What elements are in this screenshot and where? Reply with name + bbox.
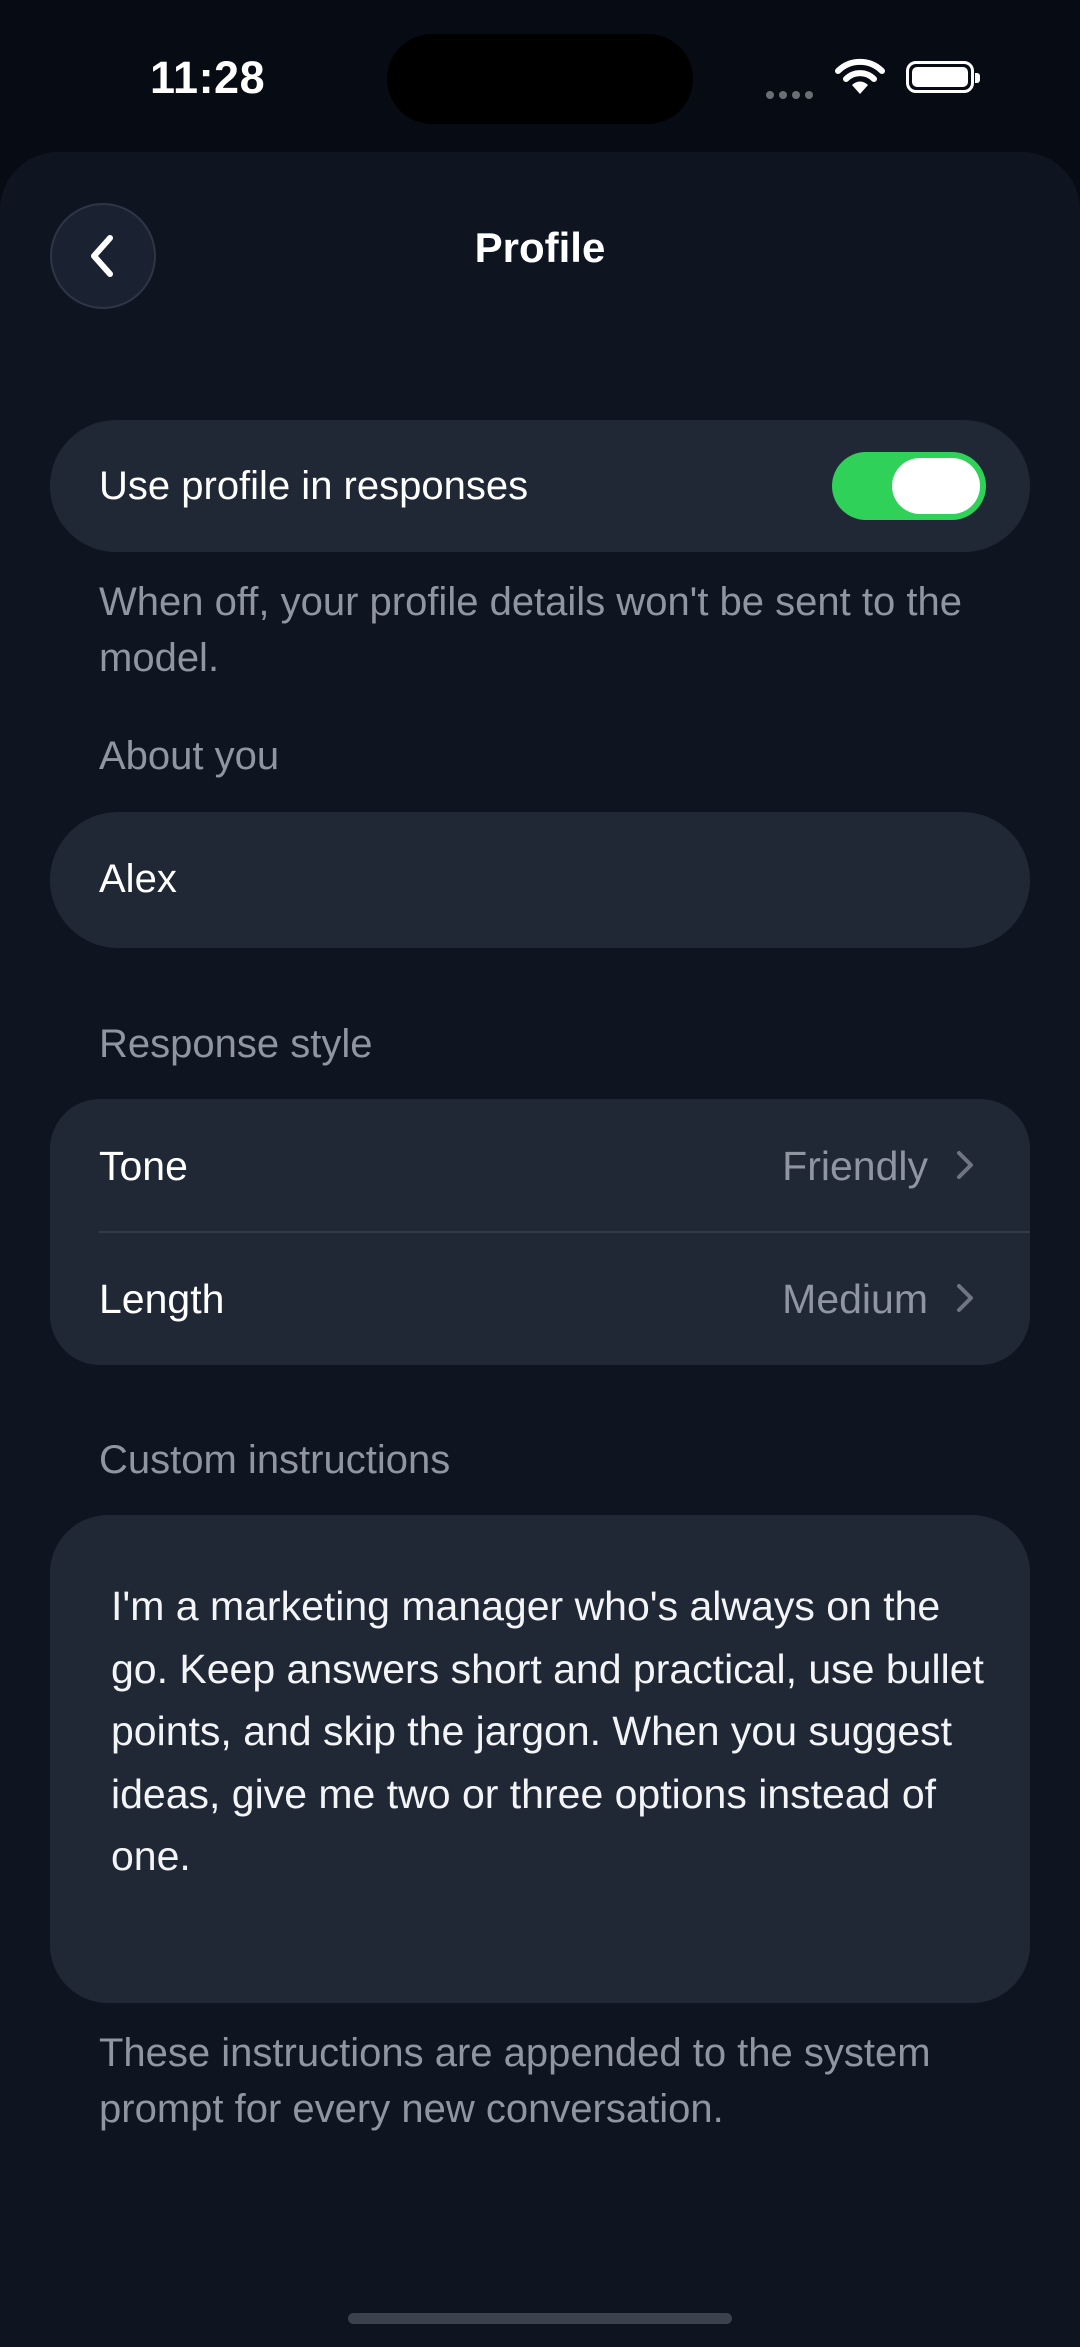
name-field[interactable]: Alex: [50, 812, 1030, 948]
length-label: Length: [99, 1276, 225, 1322]
about-you-label: About you: [99, 734, 280, 778]
use-profile-toggle[interactable]: [832, 452, 986, 520]
length-value: Medium: [782, 1276, 928, 1322]
length-row[interactable]: Length Medium: [50, 1232, 1030, 1365]
dynamic-island: [387, 34, 693, 124]
custom-instructions-label: Custom instructions: [99, 1438, 451, 1482]
status-bar: 11:28: [0, 0, 1080, 150]
custom-instructions-field[interactable]: I'm a marketing manager who's always on …: [50, 1515, 1030, 2003]
tone-value: Friendly: [782, 1143, 928, 1189]
instructions-helper-text: These instructions are appended to the s…: [99, 2031, 931, 2131]
home-indicator: [348, 2313, 732, 2324]
toggle-knob: [892, 458, 980, 514]
battery-icon: [906, 61, 980, 93]
response-style-label: Response style: [99, 1022, 373, 1066]
cellular-signal-icon: [766, 86, 818, 104]
use-profile-label: Use profile in responses: [99, 464, 529, 508]
toggle-helper-text: When off, your profile details won't be …: [99, 580, 962, 680]
status-time: 11:28: [150, 52, 266, 103]
tone-label: Tone: [99, 1143, 188, 1189]
response-style-group: Tone Friendly Length Medium: [50, 1099, 1030, 1365]
chevron-right-icon: [957, 1284, 973, 1312]
name-value: Alex: [99, 857, 177, 901]
chevron-right-icon: [957, 1151, 973, 1179]
custom-instructions-text: I'm a marketing manager who's always on …: [111, 1583, 984, 1879]
tone-row[interactable]: Tone Friendly: [50, 1099, 1030, 1233]
page-title: Profile: [474, 224, 606, 271]
wifi-icon: [835, 58, 885, 94]
use-profile-row: Use profile in responses: [50, 420, 1030, 552]
